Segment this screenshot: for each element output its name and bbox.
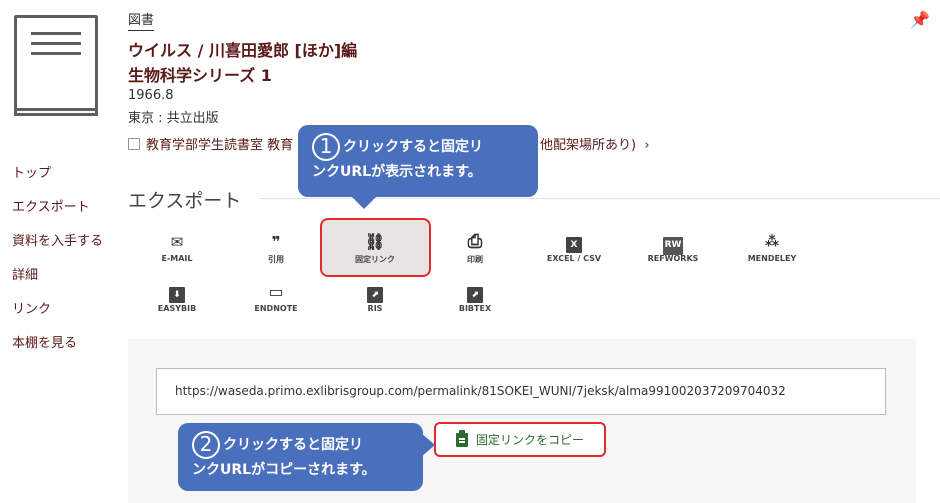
record-publisher: 東京 : 共立出版 bbox=[128, 111, 219, 126]
callout-step-2: 2 クリックすると固定リ ンクURLがコピーされます。 bbox=[178, 423, 435, 491]
endnote-icon: ▭ bbox=[268, 282, 284, 301]
export-print-label: 印刷 bbox=[467, 255, 483, 264]
export-endnote-label: ENDNOTE bbox=[254, 304, 298, 313]
callout-1-line-2: ンクURLが表示されます。 bbox=[312, 164, 482, 180]
chevron-right-icon: › bbox=[640, 138, 650, 153]
record-date: 1966.8 bbox=[128, 88, 174, 103]
sidebar: トップ エクスポート 資料を入手する 詳細 リンク 本棚を見る bbox=[12, 164, 122, 368]
mail-icon: ✉ bbox=[170, 233, 184, 251]
easybib-icon: ⬇ bbox=[127, 282, 227, 303]
sidebar-item-export[interactable]: エクスポート bbox=[12, 198, 122, 232]
refworks-icon: RW bbox=[623, 232, 723, 255]
callout-2-line-1: クリックすると固定リ bbox=[223, 437, 363, 453]
export-ris-label: RIS bbox=[367, 304, 383, 313]
record-type-label: 図書 bbox=[128, 12, 155, 31]
copy-permalink-button[interactable]: 固定リンクをコピー bbox=[434, 422, 606, 457]
sidebar-item-details[interactable]: 詳細 bbox=[12, 266, 122, 300]
bibtex-icon: ⬈ bbox=[425, 282, 525, 303]
excel-icon: X bbox=[524, 232, 624, 253]
export-print-button[interactable]: ⎙ 印刷 bbox=[425, 232, 525, 265]
permalink-url-field[interactable]: https://waseda.primo.exlibrisgroup.com/p… bbox=[156, 368, 886, 415]
export-excel-label: EXCEL / CSV bbox=[546, 254, 602, 263]
export-section-title: エクスポート bbox=[128, 190, 242, 212]
location-icon bbox=[128, 137, 140, 150]
sidebar-item-bookshelf[interactable]: 本棚を見る bbox=[12, 334, 122, 368]
export-easybib-label: EASYBIB bbox=[157, 304, 197, 313]
print-icon: ⎙ bbox=[467, 231, 483, 252]
export-email-button[interactable]: ✉ E-MAIL bbox=[127, 232, 227, 263]
book-line bbox=[31, 42, 81, 45]
export-refworks-label: REFWORKS bbox=[647, 254, 699, 263]
export-bibtex-button[interactable]: ⬈ BIBTEX bbox=[425, 282, 525, 313]
availability-link[interactable]: 教育学部学生読書室 教育 bbox=[128, 134, 293, 153]
link-icon: ⛓ bbox=[364, 232, 386, 251]
step-number-2: 2 bbox=[192, 431, 220, 459]
pin-icon[interactable]: 📌 bbox=[910, 10, 930, 29]
export-ris-button[interactable]: ⬈ RIS bbox=[325, 282, 425, 313]
export-easybib-button[interactable]: ⬇ EASYBIB bbox=[127, 282, 227, 313]
book-thumbnail-icon bbox=[14, 15, 98, 116]
sidebar-item-get-item[interactable]: 資料を入手する bbox=[12, 232, 122, 266]
availability-text: 教育学部学生読書室 教育 bbox=[146, 138, 294, 153]
export-permalink-button[interactable]: ⛓ 固定リンク bbox=[325, 232, 425, 265]
export-email-label: E-MAIL bbox=[161, 254, 193, 263]
export-excel-button[interactable]: X EXCEL / CSV bbox=[524, 232, 624, 263]
availability-tail-text: 他配架場所あり) bbox=[540, 138, 637, 153]
quote-icon: ❞ bbox=[271, 233, 281, 251]
export-mendeley-button[interactable]: ⁂ MENDELEY bbox=[722, 232, 822, 263]
sidebar-item-links[interactable]: リンク bbox=[12, 300, 122, 334]
export-cite-label: 引用 bbox=[268, 255, 284, 264]
callout-1-line-1: クリックすると固定リ bbox=[343, 139, 483, 155]
copy-permalink-label: 固定リンクをコピー bbox=[475, 433, 584, 447]
export-permalink-label: 固定リンク bbox=[355, 255, 395, 264]
clipboard-icon bbox=[455, 429, 468, 447]
export-endnote-button[interactable]: ▭ ENDNOTE bbox=[226, 282, 326, 313]
mendeley-icon: ⁂ bbox=[764, 234, 780, 250]
callout-step-1: 1 クリックすると固定リ ンクURLが表示されます。 bbox=[298, 125, 538, 209]
step-number-1: 1 bbox=[312, 133, 340, 161]
export-cite-button[interactable]: ❞ 引用 bbox=[226, 232, 326, 265]
record-series[interactable]: 生物科学シリーズ 1 bbox=[128, 62, 272, 86]
availability-tail[interactable]: 他配架場所あり) › bbox=[540, 134, 650, 153]
sidebar-item-top[interactable]: トップ bbox=[12, 164, 122, 198]
record-title[interactable]: ウイルス / 川喜田愛郎 [ほか]編 bbox=[128, 37, 357, 61]
export-bibtex-label: BIBTEX bbox=[458, 304, 492, 313]
export-refworks-button[interactable]: RW REFWORKS bbox=[623, 232, 723, 263]
book-line bbox=[31, 32, 81, 35]
export-mendeley-label: MENDELEY bbox=[747, 254, 797, 263]
book-line bbox=[31, 52, 81, 55]
callout-2-line-2: ンクURLがコピーされます。 bbox=[192, 462, 376, 478]
ris-icon: ⬈ bbox=[325, 282, 425, 303]
